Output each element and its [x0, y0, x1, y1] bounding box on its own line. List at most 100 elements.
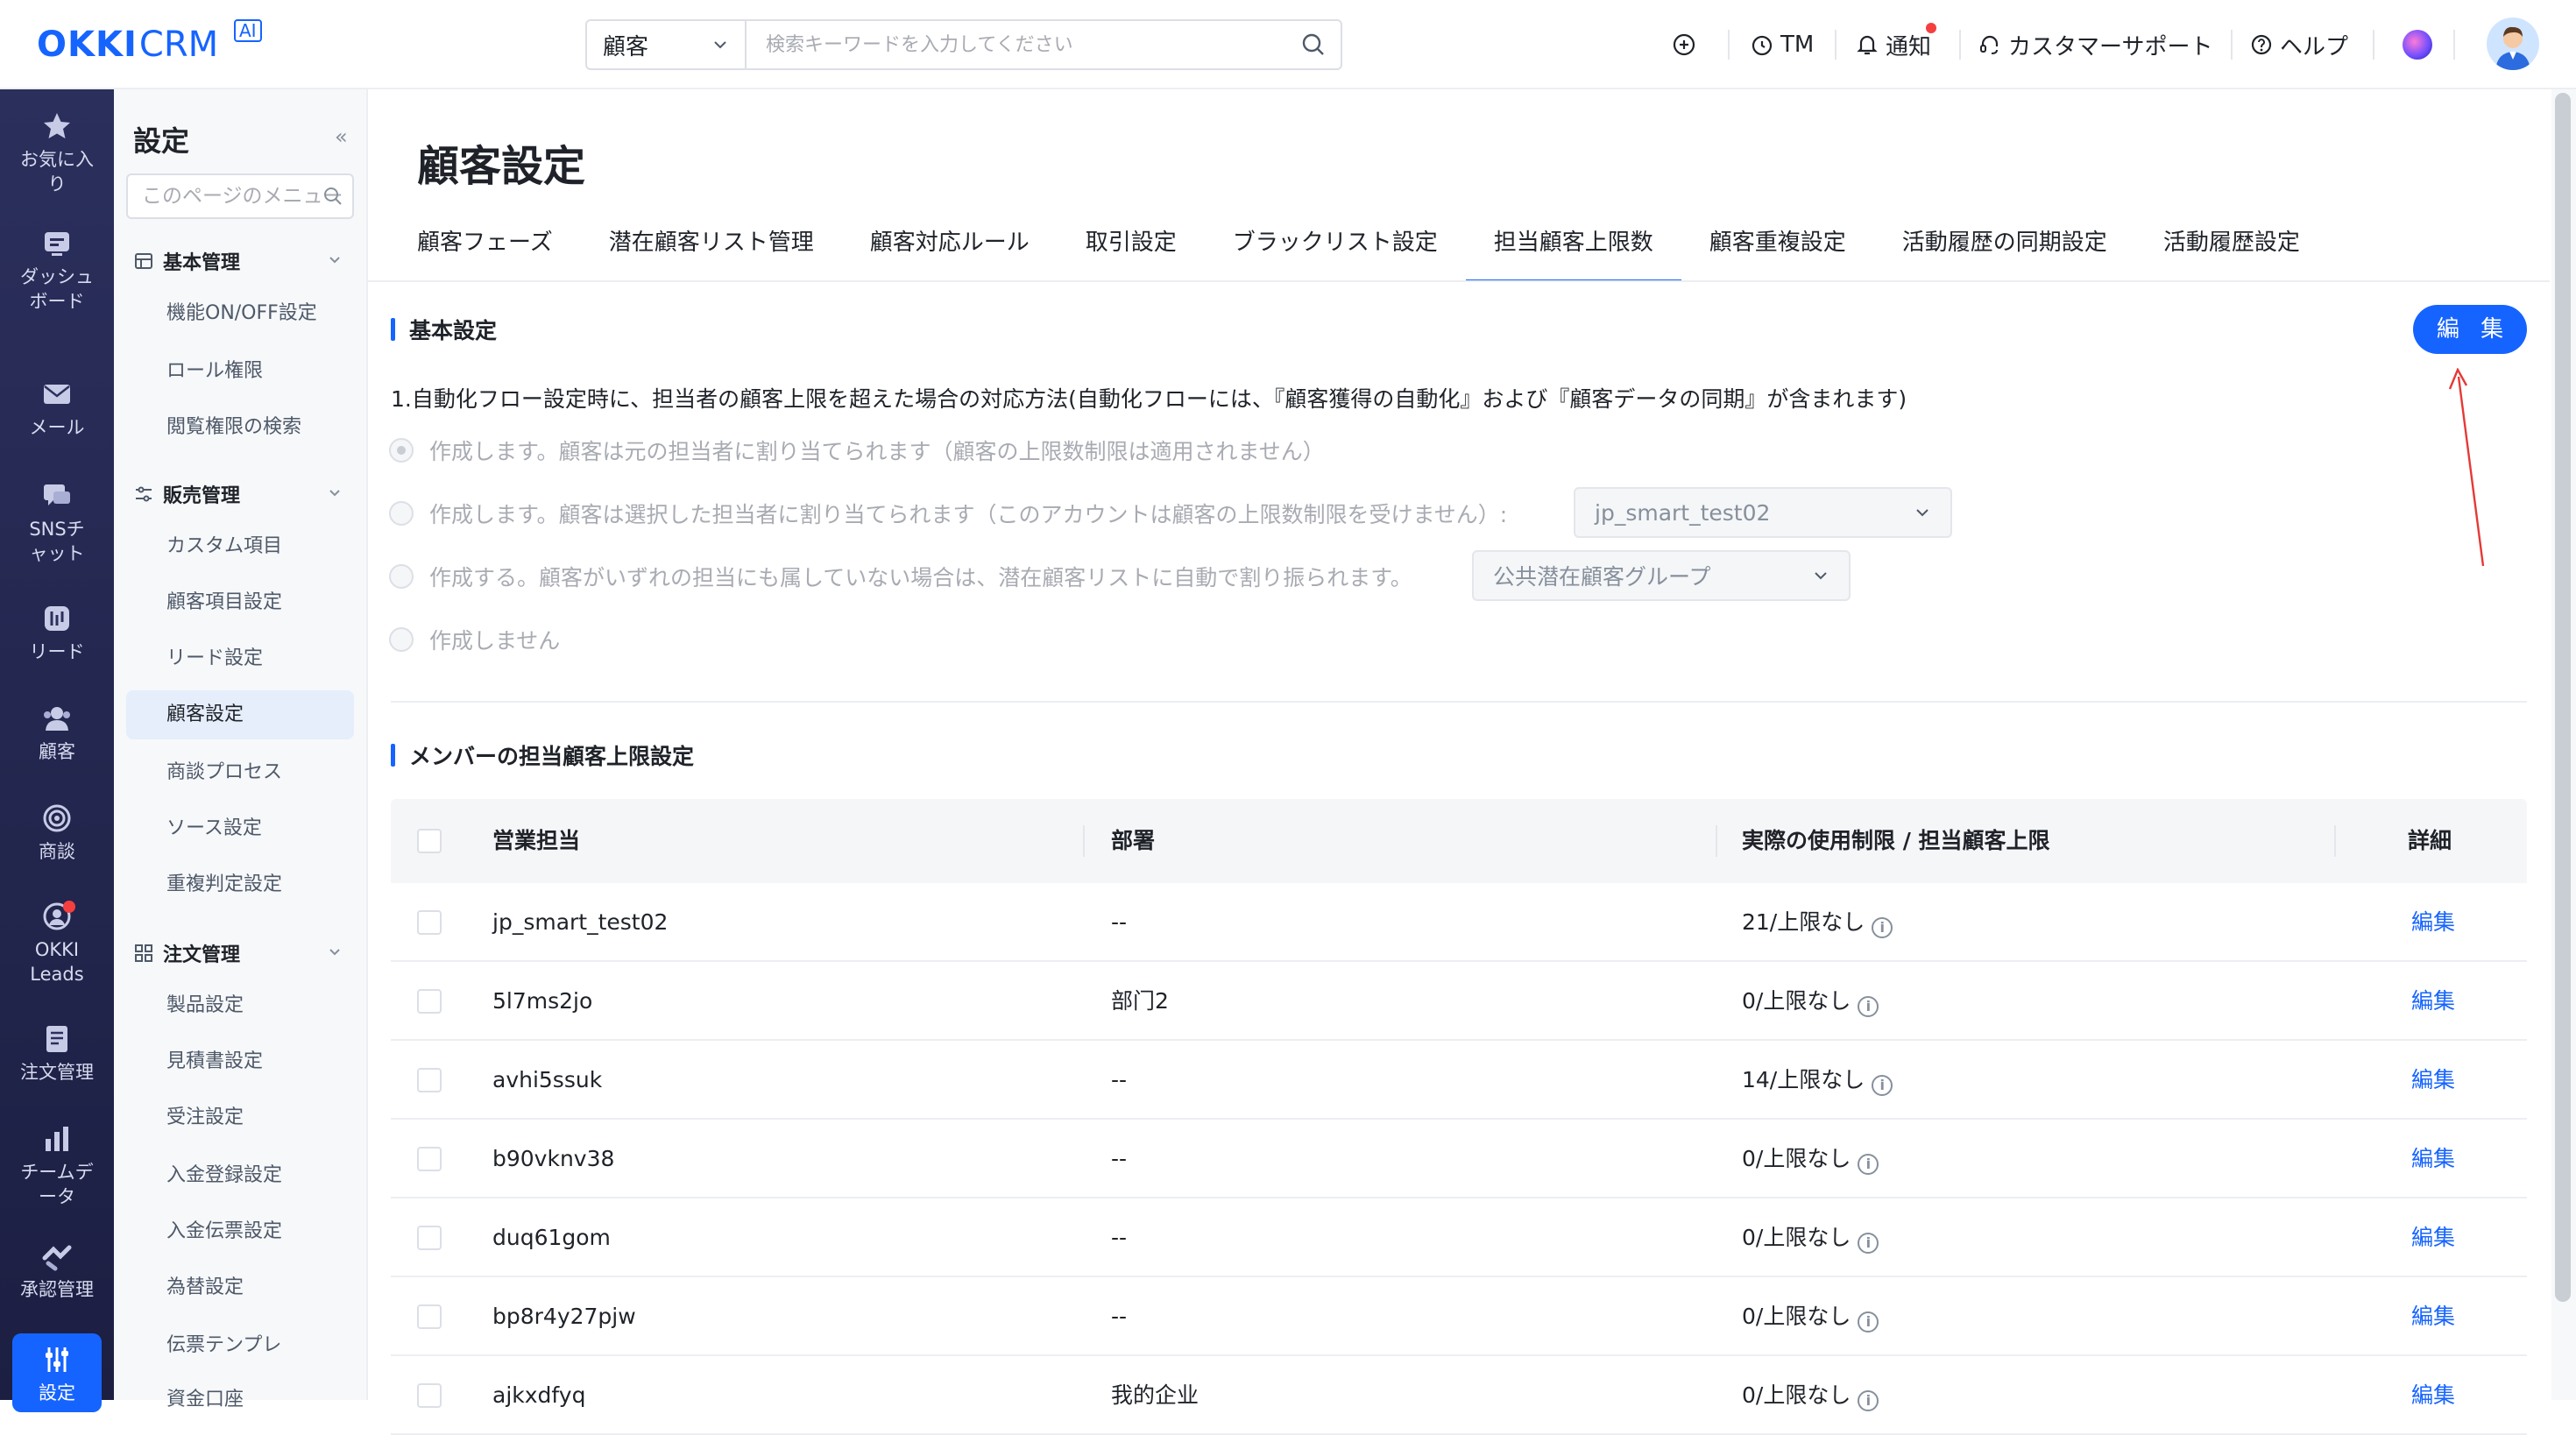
menu-source-settings[interactable]: ソース設定: [126, 804, 354, 853]
row-checkbox[interactable]: [417, 1068, 442, 1092]
edit-link[interactable]: 編集: [2411, 1120, 2455, 1198]
row-checkbox[interactable]: [417, 1147, 442, 1171]
row-checkbox[interactable]: [417, 910, 442, 935]
help-button[interactable]: ヘルプ: [2250, 26, 2348, 63]
info-icon[interactable]: i: [1858, 996, 1879, 1017]
salesperson-name: b90vknv38: [492, 1146, 615, 1171]
nav-dashboard[interactable]: ダッシュボード: [0, 228, 114, 314]
menu-payment-slip[interactable]: 入金伝票設定: [126, 1207, 354, 1256]
row-checkbox[interactable]: [417, 1304, 442, 1329]
tab-bar: 顧客フェーズ 潜在顧客リスト管理 顧客対応ルール 取引設定 ブラックリスト設定 …: [417, 210, 2328, 282]
option-do-not-create[interactable]: 作成しません: [389, 622, 560, 657]
menu-payment-registration[interactable]: 入金登録設定: [126, 1151, 354, 1200]
collapse-icon[interactable]: «: [335, 124, 348, 149]
menu-customer-settings[interactable]: 顧客設定: [126, 690, 354, 739]
menu-lead-settings[interactable]: リード設定: [126, 634, 354, 683]
row-checkbox[interactable]: [417, 989, 442, 1014]
tab-prospect-list[interactable]: 潜在顧客リスト管理: [581, 210, 842, 282]
menu-role-permissions[interactable]: ロール権限: [126, 347, 354, 396]
info-icon[interactable]: i: [1858, 1154, 1879, 1175]
nav-favorites[interactable]: お気に入り: [0, 110, 114, 196]
menu-feature-toggle[interactable]: 機能ON/OFF設定: [126, 289, 354, 338]
tab-duplicate-settings[interactable]: 顧客重複設定: [1681, 210, 1874, 282]
group-sales-management[interactable]: 販売管理: [133, 478, 352, 510]
okki-leads-dot: [63, 901, 75, 913]
scrollbar-thumb[interactable]: [2555, 93, 2571, 1302]
menu-product-settings[interactable]: 製品設定: [126, 981, 354, 1030]
group-order-management[interactable]: 注文管理: [133, 937, 352, 969]
department: --: [1111, 1304, 1128, 1329]
option-original-owner[interactable]: 作成します。顧客は元の担当者に割り当てられます（顧客の上限数制限は適用されません…: [389, 433, 1325, 468]
add-icon[interactable]: [1672, 26, 1703, 63]
select-all-checkbox[interactable]: [417, 829, 442, 853]
nav-customers[interactable]: 顧客: [0, 703, 114, 764]
edit-button[interactable]: 編 集: [2413, 305, 2527, 354]
menu-custom-fields[interactable]: カスタム項目: [126, 522, 354, 571]
menu-view-permission-search[interactable]: 閲覧権限の検索: [126, 403, 354, 452]
limit-value: 0/上限なし: [1742, 1382, 1851, 1408]
page-scrollbar[interactable]: [2551, 89, 2576, 1400]
nav-mail[interactable]: メール: [0, 378, 114, 440]
info-icon[interactable]: i: [1858, 1311, 1879, 1332]
option-selected-owner[interactable]: 作成します。顧客は選択した担当者に割り当てられます（このアカウントは顧客の上限数…: [389, 496, 1507, 531]
tab-blacklist[interactable]: ブラックリスト設定: [1205, 210, 1466, 282]
menu-deal-process[interactable]: 商談プロセス: [126, 748, 354, 797]
tab-customer-limit[interactable]: 担当顧客上限数: [1465, 210, 1681, 282]
tm-button[interactable]: TM: [1751, 26, 1814, 63]
menu-search-input[interactable]: このページのメニュー: [126, 173, 354, 219]
ai-assistant-icon[interactable]: [2403, 30, 2432, 60]
dashboard-icon: [45, 232, 69, 256]
nav-settings[interactable]: 設定: [12, 1333, 102, 1412]
edit-link[interactable]: 編集: [2411, 1041, 2455, 1120]
avatar[interactable]: [2487, 18, 2539, 70]
row-checkbox[interactable]: [417, 1226, 442, 1250]
okki-crm-logo[interactable]: OKKI CRM AI: [37, 19, 262, 65]
search-scope-select[interactable]: 顧客: [587, 21, 747, 68]
edit-link[interactable]: 編集: [2411, 1356, 2455, 1435]
tab-activity-sync[interactable]: 活動履歴の同期設定: [1874, 210, 2135, 282]
radio-button[interactable]: [389, 564, 414, 589]
tab-customer-rules[interactable]: 顧客対応ルール: [842, 210, 1058, 282]
radio-button[interactable]: [389, 438, 414, 463]
info-icon[interactable]: i: [1858, 1233, 1879, 1254]
owner-select[interactable]: jp_smart_test02: [1574, 487, 1952, 538]
nav-approvals[interactable]: 承認管理: [0, 1241, 114, 1302]
info-icon[interactable]: i: [1872, 917, 1893, 938]
nav-label: SNSチャット: [29, 519, 85, 564]
group-label: 注文管理: [163, 944, 241, 966]
edit-link[interactable]: 編集: [2411, 883, 2455, 962]
nav-leads[interactable]: リード: [0, 603, 114, 664]
nav-team-data[interactable]: チームデータ: [0, 1123, 114, 1209]
info-icon[interactable]: i: [1872, 1075, 1893, 1096]
nav-orders[interactable]: 注文管理: [0, 1023, 114, 1085]
tab-transaction-settings[interactable]: 取引設定: [1058, 210, 1205, 282]
tab-customer-phase[interactable]: 顧客フェーズ: [417, 210, 581, 282]
edit-link[interactable]: 編集: [2411, 1198, 2455, 1277]
menu-fund-account[interactable]: 資金口座: [126, 1375, 354, 1424]
menu-slip-template[interactable]: 伝票テンプレ: [126, 1321, 354, 1370]
radio-button[interactable]: [389, 627, 414, 652]
search-icon[interactable]: [1286, 21, 1341, 68]
menu-order-settings[interactable]: 受注設定: [126, 1093, 354, 1142]
prospect-pool-select[interactable]: 公共潜在顧客グループ: [1472, 550, 1851, 601]
chevron-down-icon: [329, 949, 340, 956]
edit-link[interactable]: 編集: [2411, 1277, 2455, 1356]
customer-support-button[interactable]: カスタマーサポート: [1978, 26, 2212, 63]
menu-duplicate-check[interactable]: 重複判定設定: [126, 860, 354, 909]
group-basic-management[interactable]: 基本管理: [133, 245, 352, 277]
menu-exchange-rate[interactable]: 為替設定: [126, 1263, 354, 1312]
column-divider: [1716, 825, 1717, 857]
radio-button[interactable]: [389, 501, 414, 526]
nav-deals[interactable]: 商談: [0, 802, 114, 864]
nav-sns-chat[interactable]: SNSチャット: [0, 480, 114, 566]
row-checkbox[interactable]: [417, 1383, 442, 1408]
nav-okki-leads[interactable]: OKKI Leads: [0, 901, 114, 986]
tab-activity-settings[interactable]: 活動履歴設定: [2135, 210, 2328, 282]
option-prospect-pool[interactable]: 作成する。顧客がいずれの担当にも属していない場合は、潜在顧客リストに自動で割り振…: [389, 559, 1412, 594]
info-icon[interactable]: i: [1858, 1390, 1879, 1411]
notification-button[interactable]: 通知: [1856, 23, 1936, 63]
search-input[interactable]: [747, 21, 1286, 68]
edit-link[interactable]: 編集: [2411, 962, 2455, 1041]
menu-customer-fields[interactable]: 顧客項目設定: [126, 578, 354, 627]
menu-quote-settings[interactable]: 見積書設定: [126, 1037, 354, 1086]
